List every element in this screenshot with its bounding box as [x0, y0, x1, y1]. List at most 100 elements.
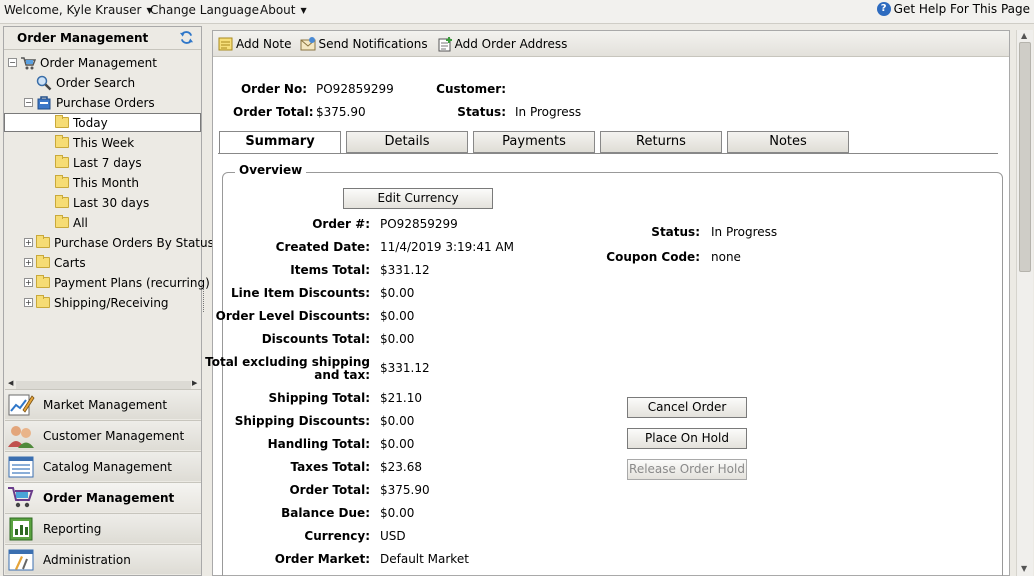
top-bar: Welcome, Kyle Krauser ▼ Change Language A… [0, 0, 1034, 24]
place-on-hold-button[interactable]: Place On Hold [627, 428, 747, 449]
tree-label: All [73, 215, 88, 230]
navigation-title: Order Management [17, 31, 149, 45]
panel-splitter[interactable] [202, 26, 208, 576]
folder-icon [36, 235, 50, 248]
help-link[interactable]: ? Get Help For This Page [876, 2, 1030, 16]
folder-icon [36, 255, 50, 268]
change-language-link[interactable]: Change Language [150, 3, 259, 17]
tree-item-order-management[interactable]: − Order Management [8, 53, 157, 72]
main-vertical-scrollbar[interactable]: ▲ ▼ [1016, 30, 1033, 576]
scrollbar-thumb[interactable] [1019, 42, 1031, 272]
folder-icon [55, 175, 69, 188]
module-order-management[interactable]: Order Management [5, 482, 201, 512]
tree-item-this-month[interactable]: This Month [55, 173, 139, 192]
administration-icon [8, 549, 34, 570]
expand-icon[interactable]: + [24, 258, 33, 267]
help-icon: ? [876, 2, 891, 16]
collapse-icon[interactable]: − [8, 58, 17, 67]
tree-label: Last 30 days [73, 195, 150, 210]
navigation-tree: − Order Management Order Search − Purcha… [4, 51, 214, 379]
tree-item-this-week[interactable]: This Week [55, 133, 134, 152]
folder-icon [55, 135, 69, 148]
cancel-order-button[interactable]: Cancel Order [627, 397, 747, 418]
tree-item-shipping-receiving[interactable]: + Shipping/Receiving [24, 293, 169, 312]
about-menu[interactable]: About ▼ [260, 3, 307, 17]
order-total-summary-value: $375.90 [380, 483, 430, 497]
currency-value: USD [380, 529, 406, 543]
folder-icon [55, 115, 69, 128]
tree-item-last-7-days[interactable]: Last 7 days [55, 153, 142, 172]
tree-item-today[interactable]: Today [4, 113, 201, 132]
discounts-total-label: Discounts Total: [261, 332, 370, 346]
order-total-summary-label: Order Total: [289, 483, 370, 497]
tree-label: Payment Plans (recurring) [54, 275, 210, 290]
shipping-discounts-value: $0.00 [380, 414, 415, 428]
coupon-code-value: none [711, 250, 741, 264]
welcome-user-menu[interactable]: Welcome, Kyle Krauser ▼ [4, 3, 153, 17]
welcome-label: Welcome, Kyle Krauser [4, 3, 142, 17]
folder-icon [55, 215, 69, 228]
expand-icon[interactable]: + [24, 298, 33, 307]
module-customer-management[interactable]: Customer Management [5, 420, 201, 450]
folder-icon [55, 155, 69, 168]
shipping-discounts-label: Shipping Discounts: [234, 414, 370, 428]
folder-icon [36, 295, 50, 308]
line-item-discounts-value: $0.00 [380, 286, 415, 300]
about-label: About [260, 3, 296, 17]
taxes-total-label: Taxes Total: [290, 460, 370, 474]
module-catalog-management[interactable]: Catalog Management [5, 451, 201, 481]
discounts-total-value: $0.00 [380, 332, 415, 346]
module-label: Reporting [43, 521, 102, 536]
tree-item-last-30-days[interactable]: Last 30 days [55, 193, 149, 212]
overview-status-label: Status: [651, 225, 700, 239]
tree-label: Shipping/Receiving [54, 295, 169, 310]
tree-item-purchase-orders[interactable]: − Purchase Orders [24, 93, 155, 112]
balance-due-value: $0.00 [380, 506, 415, 520]
tree-horizontal-scrollbar[interactable]: ◀ ▶ [6, 379, 201, 389]
tree-item-purchase-orders-by-status[interactable]: + Purchase Orders By Status [24, 233, 214, 252]
module-label: Customer Management [43, 428, 185, 443]
help-label: Get Help For This Page [893, 2, 1030, 16]
balance-due-label: Balance Due: [281, 506, 370, 520]
reporting-icon [9, 517, 33, 540]
module-administration[interactable]: Administration [5, 544, 201, 574]
tab-notes[interactable]: Notes [727, 131, 849, 153]
tree-label: Purchase Orders By Status [54, 235, 214, 250]
module-label: Catalog Management [43, 459, 172, 474]
order-level-discounts-value: $0.00 [380, 309, 415, 323]
customer-management-icon [8, 425, 34, 448]
handling-total-value: $0.00 [380, 437, 415, 451]
scrollbar-track[interactable] [16, 381, 191, 389]
coupon-code-label: Coupon Code: [606, 250, 700, 264]
expand-icon[interactable]: + [24, 278, 33, 287]
expand-icon[interactable]: + [24, 238, 33, 247]
refresh-icon[interactable] [179, 30, 194, 45]
tree-label: Carts [54, 255, 86, 270]
tree-item-carts[interactable]: + Carts [24, 253, 86, 272]
cart-icon [21, 56, 36, 69]
order-management-icon [8, 486, 34, 507]
tree-item-all[interactable]: All [55, 213, 88, 232]
scroll-left-icon[interactable]: ◀ [8, 379, 13, 387]
tree-item-order-search[interactable]: Order Search [36, 73, 135, 92]
collapse-icon[interactable]: − [24, 98, 33, 107]
module-label: Administration [43, 552, 131, 567]
scroll-right-icon[interactable]: ▶ [192, 379, 197, 387]
tree-label: Today [73, 115, 108, 130]
module-market-management[interactable]: Market Management [5, 389, 201, 419]
tree-label: Last 7 days [73, 155, 142, 170]
taxes-total-value: $23.68 [380, 460, 422, 474]
caret-down-icon: ▼ [300, 6, 307, 15]
tree-item-payment-plans[interactable]: + Payment Plans (recurring) [24, 273, 210, 292]
module-reporting[interactable]: Reporting [5, 513, 201, 543]
scroll-down-icon[interactable]: ▼ [1021, 564, 1027, 573]
scroll-up-icon[interactable]: ▲ [1021, 31, 1027, 40]
tree-label: Purchase Orders [56, 95, 155, 110]
splitter-grip[interactable] [203, 288, 205, 312]
release-order-hold-button[interactable]: Release Order Hold [627, 459, 747, 480]
order-detail-panel: Add Note Send Notifications Add Order Ad… [205, 30, 1010, 576]
order-market-label: Order Market: [274, 552, 370, 566]
catalog-management-icon [8, 456, 34, 477]
shipping-total-label: Shipping Total: [268, 391, 370, 405]
overview-status-value: In Progress [711, 225, 778, 239]
